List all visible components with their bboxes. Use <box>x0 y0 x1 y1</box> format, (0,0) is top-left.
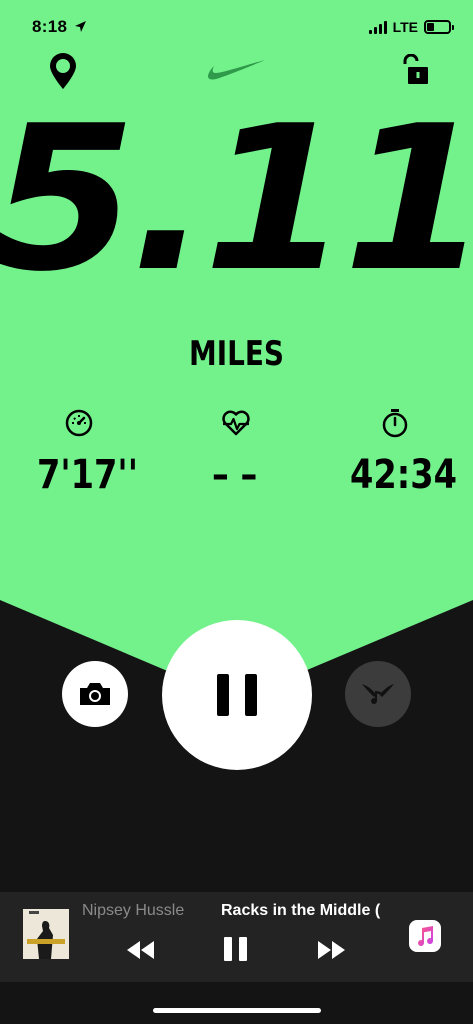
status-indicators: LTE <box>368 19 454 35</box>
camera-button[interactable] <box>62 661 128 727</box>
network-label: LTE <box>392 19 418 35</box>
previous-track-icon[interactable] <box>126 940 156 960</box>
now-playing-pause-icon[interactable] <box>224 937 247 961</box>
pause-icon-left-bar <box>217 674 229 716</box>
stopwatch-icon <box>382 409 408 438</box>
pace-value: 7'17'' <box>37 452 138 498</box>
next-track-icon[interactable] <box>316 940 346 960</box>
signal-icon <box>368 20 387 34</box>
now-playing-artist: Nipsey Hussle <box>82 902 185 919</box>
heart-rate-value: – – <box>212 452 258 498</box>
winged-note-icon <box>362 684 394 705</box>
unlock-icon[interactable] <box>401 54 431 86</box>
album-art[interactable] <box>23 909 69 959</box>
now-playing-title: Racks in the Middle ( <box>221 902 381 919</box>
pause-button[interactable] <box>162 620 312 770</box>
home-indicator[interactable] <box>153 1008 321 1013</box>
status-time: 8:18 <box>32 17 68 36</box>
distance-value: 5.11 <box>0 83 473 316</box>
battery-icon <box>424 20 454 34</box>
distance-unit: MILES <box>188 334 285 374</box>
duration-value: 42:34 <box>350 452 457 498</box>
heart-pulse-icon <box>222 410 250 436</box>
location-arrow-icon <box>75 21 86 32</box>
camera-icon <box>80 683 110 705</box>
pause-icon-right-bar <box>245 674 257 716</box>
screen: 8:18 LTE 5.11 MILES 7'17'' – – 42:34 Nip… <box>0 0 473 1024</box>
music-button[interactable] <box>345 661 411 727</box>
nike-swoosh-icon <box>208 60 265 80</box>
speedometer-icon <box>65 409 93 437</box>
apple-music-icon[interactable] <box>409 920 441 952</box>
